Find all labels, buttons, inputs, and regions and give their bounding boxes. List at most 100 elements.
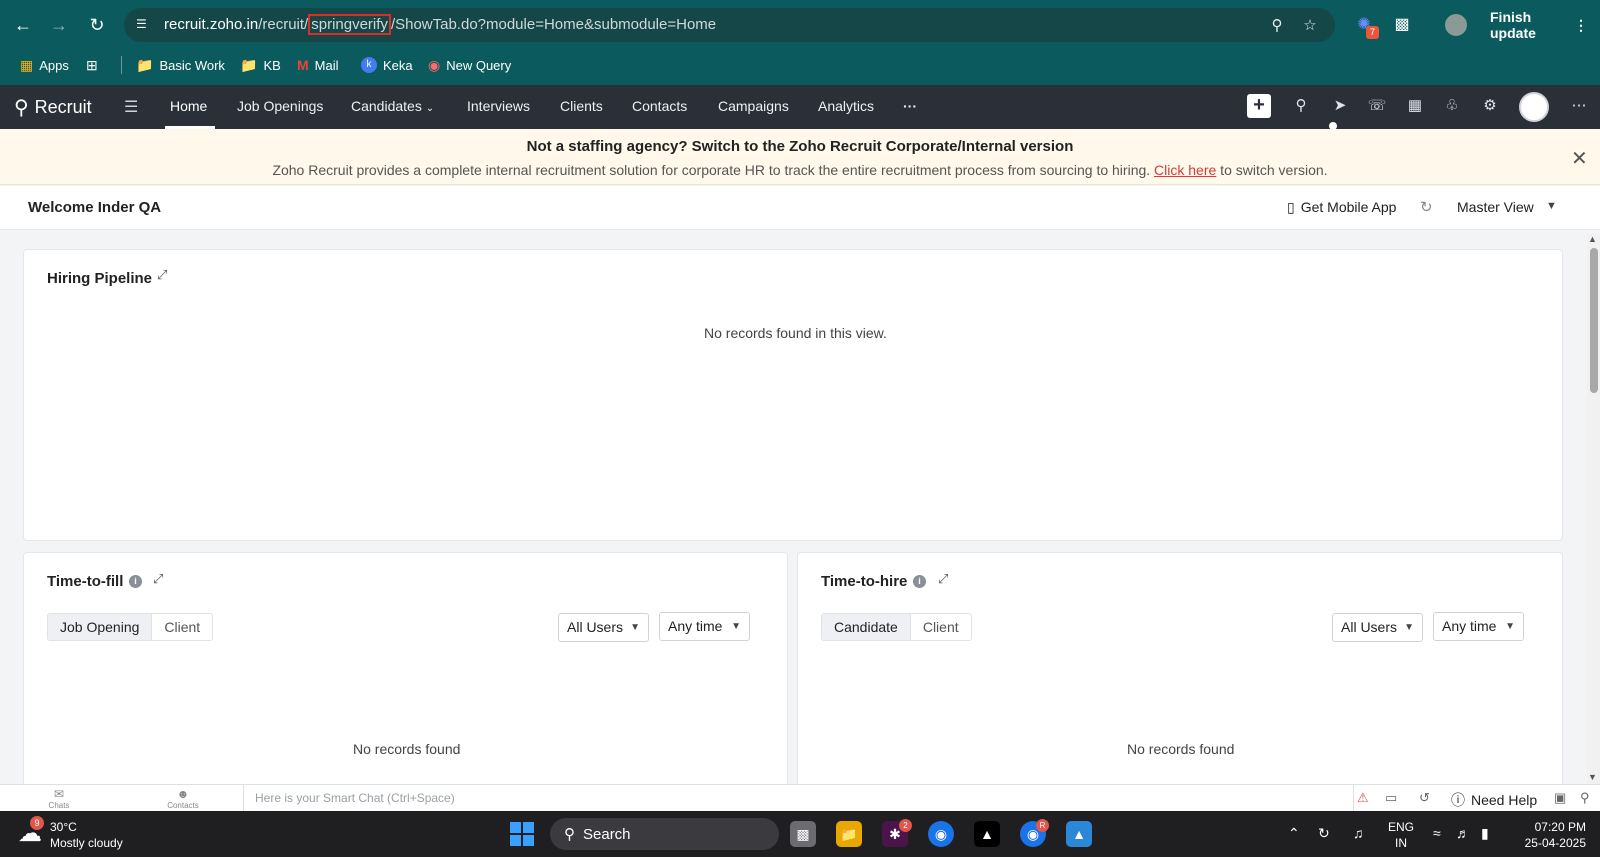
reload-icon[interactable]: ↻	[84, 12, 110, 38]
chevron-up-icon[interactable]: ⌃	[1288, 825, 1300, 842]
refresh-icon[interactable]: ↻	[1420, 198, 1433, 216]
zoom-icon[interactable]: ⚲	[1268, 16, 1286, 34]
seg-client[interactable]: Client	[151, 614, 212, 640]
scroll-up-arrow-icon[interactable]: ▲	[1588, 234, 1597, 244]
app-launcher-icon[interactable]: ⋯	[1568, 96, 1590, 118]
create-new-button[interactable]: +	[1247, 94, 1271, 118]
bookmark-basic-work[interactable]: 📁 Basic Work	[136, 54, 225, 76]
recruit-logo[interactable]: ⚲ Recruit	[14, 95, 92, 120]
gear-icon[interactable]: ⚙	[1479, 96, 1501, 118]
calendar-icon[interactable]: ▦	[1404, 96, 1426, 118]
app-icon[interactable]: ▲	[974, 821, 1000, 847]
welcome-text: Welcome Inder QA	[28, 199, 162, 216]
bookmark-label: Mail	[314, 57, 339, 73]
hamburger-menu-icon[interactable]: ☰	[124, 97, 138, 117]
tab-home[interactable]: Home	[170, 98, 207, 114]
seg-candidate[interactable]: Candidate	[822, 614, 910, 640]
alert-icon[interactable]: ⚠	[1357, 790, 1369, 806]
bell-icon[interactable]: ♧	[1441, 96, 1463, 118]
slack-badge: 2	[899, 819, 912, 832]
extension-badge: 7	[1366, 26, 1379, 39]
battery-icon[interactable]: ▮	[1481, 825, 1489, 842]
caret-down-icon: ▼	[731, 621, 741, 632]
expand-icon[interactable]: ⤢	[938, 571, 948, 587]
time: 07:20 PM	[1534, 820, 1586, 834]
tab-interviews[interactable]: Interviews	[467, 98, 530, 114]
tab-groups-button[interactable]: ⊞	[86, 54, 98, 76]
more-vert-icon: ⋮	[1574, 16, 1588, 33]
close-icon[interactable]: ✕	[1571, 146, 1588, 171]
master-view-select[interactable]: Master View	[1457, 199, 1534, 215]
bookmark-new-query[interactable]: ◉ New Query	[428, 54, 511, 76]
caret-down-icon[interactable]: ▼	[1546, 200, 1557, 212]
expand-icon[interactable]: ⤢	[153, 571, 163, 587]
all-users-dropdown[interactable]: All Users ▼	[558, 613, 649, 642]
url-text[interactable]: recruit.zoho.in/recruit/springverify/Sho…	[164, 14, 716, 35]
weather-condition: Mostly cloudy	[50, 836, 123, 850]
finish-update-label: Finish update	[1490, 9, 1536, 41]
bookmark-mail[interactable]: M Mail	[297, 54, 339, 76]
contacts-tab[interactable]: ☻ Contacts	[153, 787, 213, 810]
site-info-icon[interactable]: ☰	[136, 17, 152, 33]
get-mobile-app-link[interactable]: ▯ Get Mobile App	[1287, 199, 1396, 216]
bookmark-kb[interactable]: 📁 KB	[240, 54, 281, 76]
more-tabs-button[interactable]: ···	[903, 98, 917, 114]
task-view-icon[interactable]: ▩	[790, 821, 816, 847]
chat-window-icon[interactable]: ▣	[1554, 790, 1566, 806]
user-avatar[interactable]	[1519, 92, 1549, 122]
seg-job-opening[interactable]: Job Opening	[48, 614, 152, 640]
chrome-icon[interactable]: ◉	[928, 821, 954, 847]
tab-clients[interactable]: Clients	[560, 98, 603, 114]
profile-avatar-icon[interactable]	[1445, 14, 1467, 36]
banner-title: Not a staffing agency? Switch to the Zoh…	[526, 138, 1074, 155]
sync-icon[interactable]: ↻	[1318, 825, 1330, 842]
scrollbar-thumb[interactable]	[1590, 248, 1598, 393]
tab-analytics[interactable]: Analytics	[818, 98, 874, 114]
finish-update-button[interactable]: Finish update ⋮	[1478, 9, 1600, 41]
need-help-button[interactable]: ⓘ Need Help	[1451, 790, 1537, 810]
rocket-icon[interactable]: ➤	[1329, 96, 1351, 118]
click-here-link[interactable]: Click here	[1154, 162, 1216, 178]
back-icon[interactable]: ←	[10, 12, 36, 38]
any-time-dropdown[interactable]: Any time ▼	[1433, 612, 1524, 641]
tab-campaigns[interactable]: Campaigns	[718, 98, 789, 114]
info-icon[interactable]: i	[129, 575, 142, 588]
tab-candidates[interactable]: Candidates ⌄	[351, 98, 434, 114]
bookmark-apps[interactable]: ▦ Apps	[20, 54, 69, 76]
photos-icon[interactable]: ▲	[1066, 821, 1092, 847]
info-icon[interactable]: i	[913, 575, 926, 588]
clock[interactable]: 07:20 PM 25-04-2025	[1516, 819, 1586, 851]
file-explorer-icon[interactable]: 📁	[836, 821, 862, 847]
microphone-icon[interactable]: ♫	[1353, 825, 1364, 841]
bookmark-keka[interactable]: k Keka	[361, 54, 413, 76]
folder-icon: 📁	[136, 56, 154, 73]
weather-widget[interactable]: ☁ 9 30°C Mostly cloudy	[18, 816, 123, 851]
chat-search-icon[interactable]: ⚲	[1580, 790, 1590, 806]
extensions-puzzle-icon[interactable]: ▩	[1390, 14, 1414, 38]
search-icon[interactable]: ⚲	[1290, 96, 1312, 118]
date: 25-04-2025	[1524, 836, 1586, 850]
any-time-dropdown[interactable]: Any time ▼	[659, 612, 750, 641]
language-indicator[interactable]: ENG IN	[1388, 819, 1414, 851]
tab-contacts[interactable]: Contacts	[632, 98, 687, 114]
scroll-down-arrow-icon[interactable]: ▼	[1588, 772, 1597, 782]
expand-icon[interactable]: ⤢	[157, 267, 167, 283]
history-icon[interactable]: ↺	[1419, 790, 1430, 806]
volume-icon[interactable]: ♬	[1456, 825, 1470, 841]
tab-job-openings[interactable]: Job Openings	[237, 98, 323, 114]
recruit-logo-icon: ⚲	[14, 97, 29, 119]
windows-start-icon[interactable]	[510, 822, 534, 846]
seg-client[interactable]: Client	[909, 614, 971, 640]
bookmark-star-icon[interactable]: ☆	[1301, 16, 1319, 34]
smart-chat-input[interactable]: Here is your Smart Chat (Ctrl+Space)	[243, 785, 1354, 812]
wifi-icon[interactable]: ≈	[1433, 825, 1441, 841]
banner-text-before: Zoho Recruit provides a complete interna…	[272, 162, 1155, 178]
screen-share-icon[interactable]: ▭	[1385, 790, 1397, 806]
all-users-dropdown[interactable]: All Users ▼	[1332, 613, 1423, 642]
address-bar[interactable]: ☰ recruit.zoho.in/recruit/springverify/S…	[124, 8, 1335, 42]
forward-icon[interactable]: →	[46, 12, 72, 38]
announcement-icon[interactable]: ☏	[1366, 96, 1388, 118]
taskbar-search[interactable]: ⚲ Search	[550, 818, 779, 850]
chats-tab[interactable]: ✉ Chats	[29, 787, 89, 810]
bookmark-label: Apps	[39, 57, 69, 73]
